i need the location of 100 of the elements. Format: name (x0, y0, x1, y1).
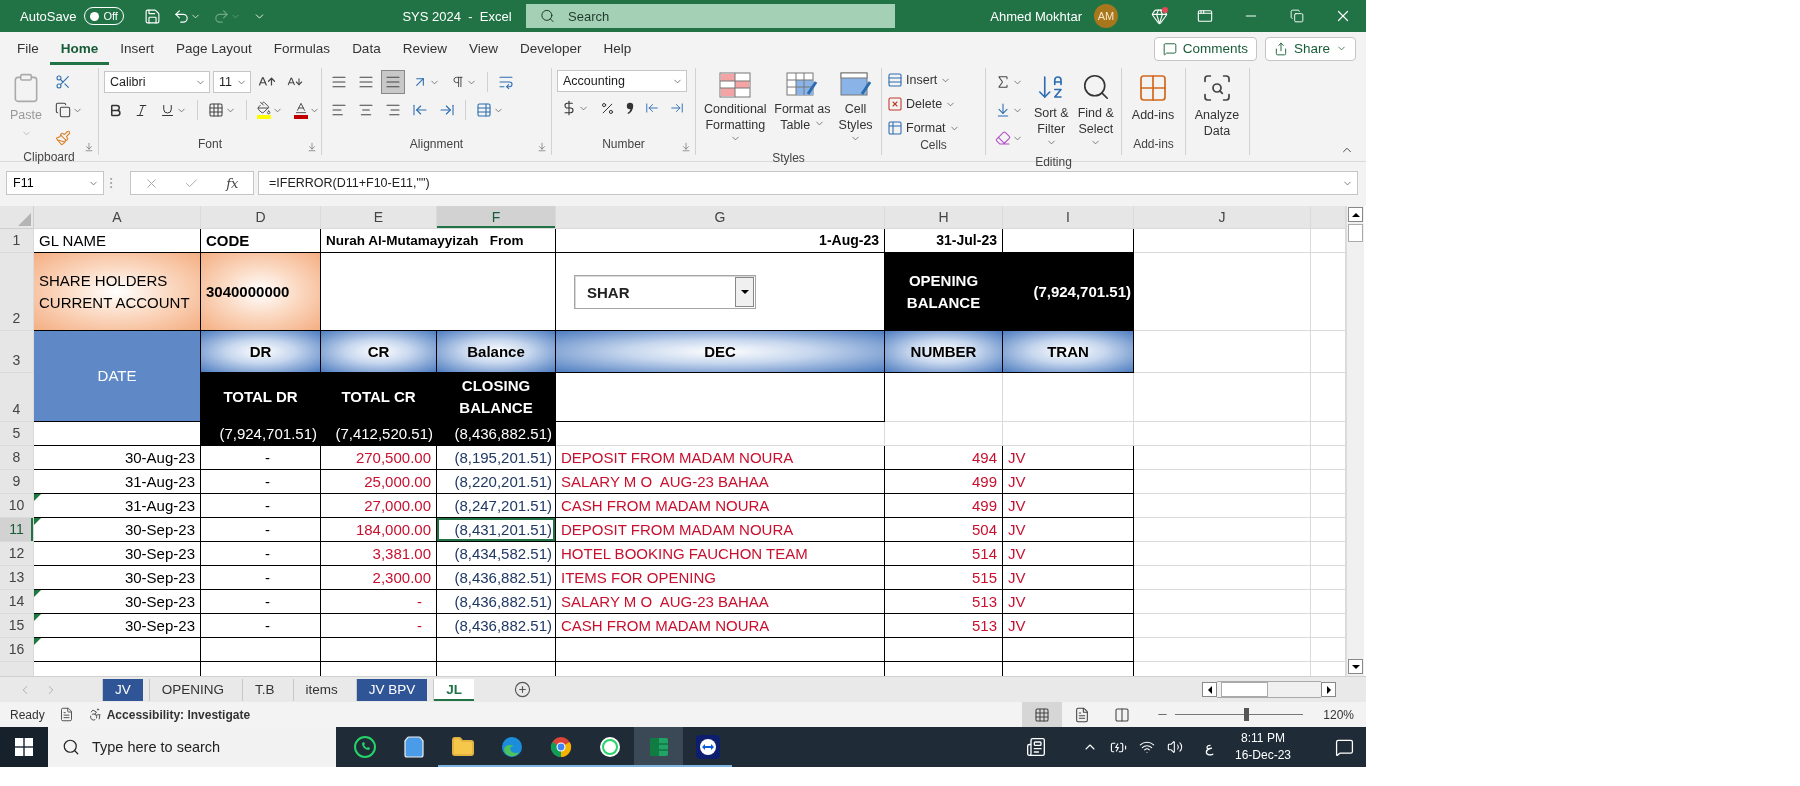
header-cell: TOTAL DR (201, 373, 321, 422)
comments-button[interactable]: Comments (1153, 36, 1257, 61)
table-cell: 513 (885, 590, 1003, 614)
table-cell: 504 (885, 518, 1003, 542)
header-cell: Balance (437, 331, 556, 373)
clock-date: 16-Dec-23 (1234, 747, 1291, 764)
header-cell: CLOSING BALANCE (437, 373, 556, 422)
row-header[interactable]: 13 (0, 566, 34, 590)
row-header[interactable]: 16 (0, 638, 34, 662)
row-header[interactable]: 5 (0, 422, 34, 446)
column-header[interactable]: D (201, 206, 321, 229)
menu-tab[interactable]: Developer (508, 32, 593, 65)
menu-tab[interactable]: View (457, 32, 509, 65)
column-header[interactable]: H (885, 206, 1003, 229)
header-cell: TRAN (1003, 331, 1134, 373)
table-cell: - (201, 614, 321, 638)
table-cell: 27,000.00 (321, 494, 437, 518)
table-cell: 1-Aug-23 (556, 229, 885, 253)
header-cell: Nurah Al-Mutamayyizah From (321, 229, 556, 253)
column-header[interactable]: I (1003, 206, 1134, 229)
table-cell: (8,431,201.51) (437, 518, 556, 542)
insert-function-button[interactable]: fx (224, 175, 241, 191)
header-cell: GL NAME (34, 229, 201, 253)
table-cell: - (201, 566, 321, 590)
table-cell: 30-Sep-23 (34, 542, 201, 566)
status-text: Ready (10, 707, 45, 722)
table-cell: 30-Sep-23 (34, 566, 201, 590)
table-cell: 30-Sep-23 (34, 518, 201, 542)
table-cell: ITEMS FOR OPENING (556, 566, 885, 590)
table-cell: CASH FROM MADAM NOURA (556, 494, 885, 518)
sheet-tab[interactable]: T.B (242, 678, 287, 701)
find-select-button[interactable]: Find & Select (1075, 70, 1116, 155)
table-cell: HOTEL BOOKING FAUCHON TEAM (556, 542, 885, 566)
column-header[interactable]: A (34, 206, 201, 229)
column-header[interactable]: G (556, 206, 885, 229)
table-cell: (8,434,582.51) (437, 542, 556, 566)
table-cell: 513 (885, 614, 1003, 638)
row-header[interactable]: 15 (0, 614, 34, 638)
formula-field[interactable]: =IFERROR(D11+F10-E11,"") (258, 171, 1358, 195)
row-header[interactable]: 8 (0, 446, 34, 470)
delete-button[interactable]: Delete (887, 94, 960, 114)
font-size-field[interactable]: 11 (213, 71, 251, 93)
table-cell: (8,436,882.51) (437, 566, 556, 590)
header-cell: CODE (201, 229, 321, 253)
table-cell: 30-Sep-23 (34, 614, 201, 638)
name-box[interactable]: F11 (6, 171, 104, 195)
sheet-tab[interactable]: OPENING (148, 678, 237, 701)
language-indicator[interactable]: ع (1204, 739, 1213, 755)
accessibility-button[interactable]: Accessibility: Investigate (87, 707, 251, 722)
table-cell: 31-Aug-23 (34, 470, 201, 494)
menu-tab[interactable]: File (6, 32, 50, 65)
table-cell: - (201, 470, 321, 494)
menu-tab[interactable]: Home (49, 32, 110, 65)
row-header[interactable]: 4 (0, 373, 34, 422)
format-as-table-button[interactable]: Format as Table (773, 70, 832, 136)
menu-tab[interactable]: Formulas (262, 32, 342, 65)
column-header[interactable]: F (437, 206, 556, 229)
menu-tab[interactable]: Insert (109, 32, 166, 65)
row-header[interactable]: 1 (0, 229, 34, 253)
group-label: Clipboard (23, 150, 75, 164)
zoom-level[interactable]: 120% (1323, 707, 1354, 722)
conditional-formatting-button[interactable]: Conditional Formatting (701, 70, 770, 151)
row-header[interactable]: 14 (0, 590, 34, 614)
format-button[interactable]: Format (887, 118, 960, 138)
menu-tab[interactable]: Data (341, 32, 392, 65)
add-ins-button[interactable]: Add-ins (1127, 70, 1179, 126)
table-cell: JV (1003, 446, 1134, 470)
table-cell: JV (1003, 566, 1134, 590)
table-cell: (7,924,701.51) (201, 422, 321, 446)
cell-styles-button[interactable]: Cell Styles (835, 70, 876, 151)
taskbar-search-field[interactable]: Type here to search (48, 727, 336, 767)
row-header[interactable]: 10 (0, 494, 34, 518)
sheet-tab[interactable]: JV BPV (355, 678, 428, 701)
insert-button[interactable]: Insert (887, 70, 960, 90)
sort-filter-button[interactable]: Sort & Filter (1031, 70, 1072, 155)
table-cell: - (201, 542, 321, 566)
row-header[interactable]: 11 (0, 518, 34, 542)
table-cell: JV (1003, 542, 1134, 566)
number-format-field[interactable]: Accounting (557, 70, 687, 92)
group-label: Font (198, 137, 222, 153)
font-name-field[interactable]: Calibri (104, 71, 210, 93)
sheet-tab[interactable]: JV (102, 678, 143, 701)
table-cell: 270,500.00 (321, 446, 437, 470)
row-header[interactable]: 12 (0, 542, 34, 566)
sheet-tab[interactable]: JL (433, 678, 475, 701)
row-header[interactable]: 2 (0, 253, 34, 331)
analyze-data-button[interactable]: Analyze Data (1191, 70, 1243, 142)
row-header[interactable]: 9 (0, 470, 34, 494)
search-field[interactable]: Search (526, 4, 895, 28)
dropdown-field[interactable]: SHAR (574, 275, 756, 309)
menu-tab[interactable]: Page Layout (165, 32, 263, 65)
menu-tab[interactable]: Help (592, 32, 643, 65)
share-button[interactable]: Share (1264, 36, 1356, 61)
menu-tab[interactable]: Review (391, 32, 458, 65)
column-header[interactable]: J (1134, 206, 1311, 229)
header-cell: CR (321, 331, 437, 373)
group-label: Number (602, 137, 645, 153)
column-header[interactable]: E (321, 206, 437, 229)
row-header[interactable]: 3 (0, 331, 34, 373)
sheet-tab[interactable]: items (292, 678, 350, 701)
